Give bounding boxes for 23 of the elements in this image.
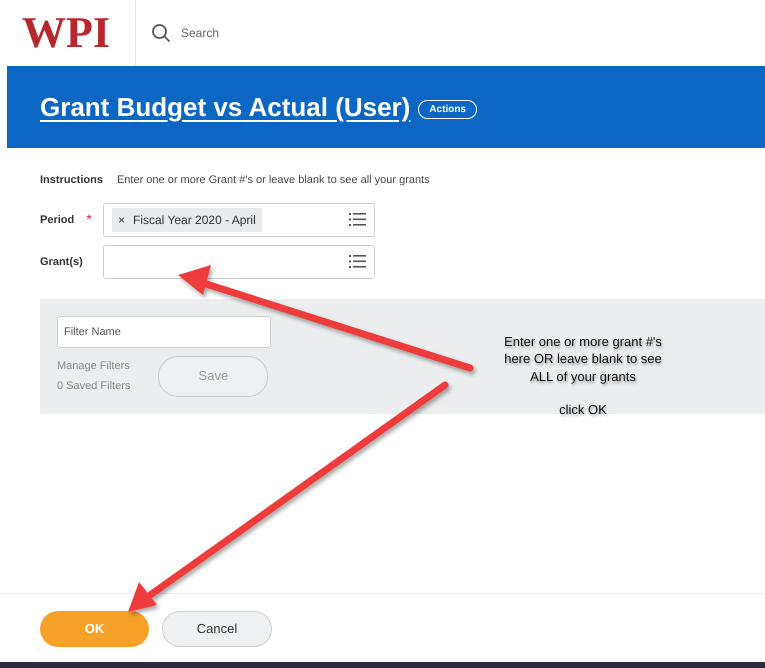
annotation-text: here OR leave blank to see xyxy=(503,350,663,368)
actions-button[interactable]: Actions xyxy=(418,100,477,118)
field-label: Grant(s) xyxy=(40,254,83,270)
list-icon[interactable] xyxy=(349,213,366,226)
saved-filters-count: 0 Saved Filters xyxy=(57,378,130,394)
token-text: Fiscal Year 2020 - April xyxy=(133,212,256,228)
instructions-text: Enter one or more Grant #'s or leave blank to see all your grants xyxy=(116,173,430,188)
list-icon[interactable] xyxy=(349,255,366,268)
page-title[interactable]: Grant Budget vs Actual (User) xyxy=(40,88,410,126)
field-label: Instructions xyxy=(40,173,103,188)
filter-name-field[interactable]: Filter Name xyxy=(57,316,271,348)
cancel-button[interactable]: Cancel xyxy=(162,611,272,647)
search-icon[interactable] xyxy=(151,23,171,43)
logo: WPI xyxy=(21,11,111,55)
manage-filters-link[interactable]: Manage Filters xyxy=(57,356,130,376)
annotation-text: click OK xyxy=(558,401,608,418)
prompt-field[interactable] xyxy=(103,244,375,278)
prompt-field[interactable]: × Fiscal Year 2020 - April xyxy=(103,202,375,236)
required-icon: * xyxy=(86,212,92,228)
annotation-text: Enter one or more grant #'s xyxy=(503,332,663,350)
annotation-text: ALL of your grants xyxy=(529,368,637,385)
field-label: Period xyxy=(40,212,74,228)
remove-icon[interactable]: × xyxy=(118,210,126,228)
